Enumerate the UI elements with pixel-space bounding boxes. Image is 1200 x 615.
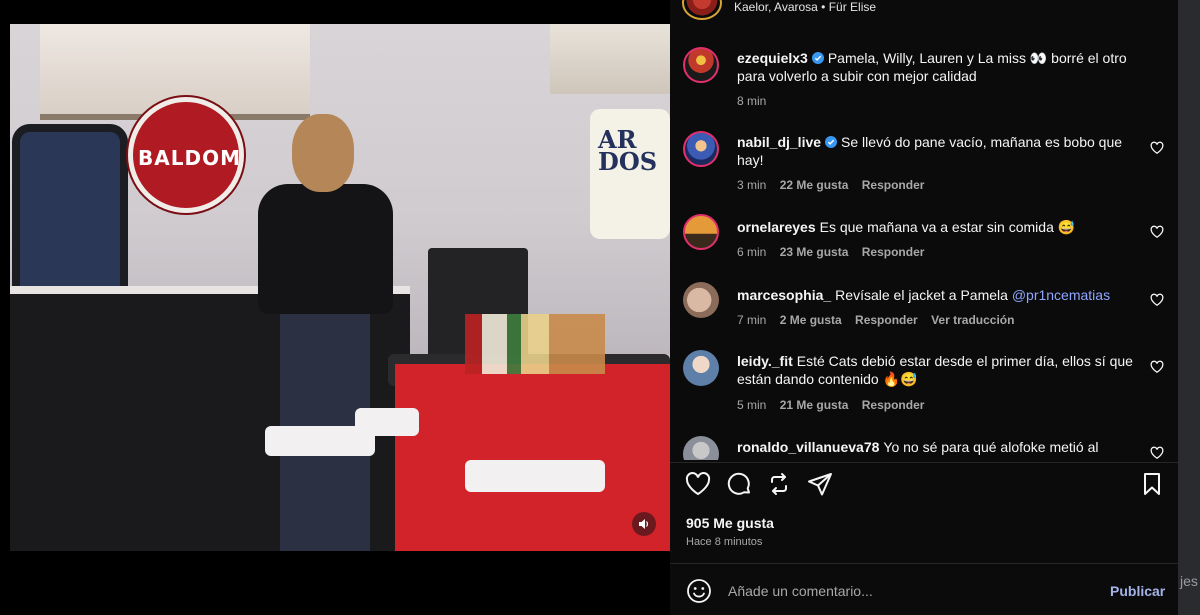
see-translation-button[interactable]: Ver traducción bbox=[931, 313, 1014, 327]
comments-list[interactable]: ezequielx3 Pamela, Willy, Lauren y La mis… bbox=[670, 30, 1178, 460]
divider bbox=[670, 563, 1178, 564]
comment-time[interactable]: 8 min bbox=[737, 94, 766, 108]
avatar[interactable] bbox=[683, 47, 719, 83]
like-comment-heart-icon[interactable] bbox=[1150, 225, 1164, 239]
comment-meta: 6 min 23 Me gusta Responder bbox=[737, 245, 934, 259]
like-comment-heart-icon[interactable] bbox=[1150, 141, 1164, 155]
like-heart-icon[interactable] bbox=[684, 470, 712, 498]
video-scene-person bbox=[250, 114, 400, 551]
comment-username[interactable]: nabil_dj_live bbox=[737, 134, 821, 150]
comment-text: Yo no sé para qué alofoke metió al bbox=[883, 439, 1099, 455]
comment-username[interactable]: ronaldo_villanueva78 bbox=[737, 439, 879, 455]
comment-meta: 7 min 2 Me gusta Responder Ver traducció… bbox=[737, 313, 1024, 327]
person-head bbox=[292, 114, 354, 192]
post-timestamp: Hace 8 minutos bbox=[686, 536, 763, 548]
comment-text: Revísale el jacket a Pamela bbox=[835, 287, 1008, 303]
emoji-picker-icon[interactable] bbox=[686, 578, 712, 604]
post-header: Kaelor, Avarosa • Für Elise bbox=[670, 0, 1178, 22]
comment-meta: 5 min 21 Me gusta Responder bbox=[737, 398, 934, 412]
video-scene-bottles bbox=[465, 314, 605, 374]
speaker-icon bbox=[639, 519, 648, 529]
video-scene-logo-text: BALDOM bbox=[138, 146, 241, 170]
avatar[interactable] bbox=[683, 282, 719, 318]
reply-button[interactable]: Responder bbox=[862, 398, 925, 412]
comment-likes[interactable]: 2 Me gusta bbox=[780, 313, 842, 327]
comment-body: nabil_dj_live Se llevó do pane vacío, mañ… bbox=[737, 133, 1137, 169]
avatar[interactable] bbox=[683, 131, 719, 167]
video-top-bar bbox=[0, 0, 670, 24]
comment-body: ornelareyes Es que mañana va a estar sin … bbox=[737, 218, 1137, 236]
comment-bubble-icon[interactable] bbox=[725, 470, 753, 498]
repost-icon[interactable] bbox=[765, 470, 793, 498]
comment-body: leidy._fit Esté Cats debió estar desde el… bbox=[737, 352, 1137, 388]
comment-likes[interactable]: 23 Me gusta bbox=[780, 245, 849, 259]
like-comment-heart-icon[interactable] bbox=[1150, 293, 1164, 307]
verified-badge-icon bbox=[811, 52, 824, 64]
video-scene-stool bbox=[265, 426, 375, 456]
video-scene-sign-text: AR DOS bbox=[598, 125, 658, 176]
comment-username[interactable]: ornelareyes bbox=[737, 219, 816, 235]
like-comment-heart-icon[interactable] bbox=[1150, 360, 1164, 374]
comment-username[interactable]: ezequielx3 bbox=[737, 50, 808, 66]
comment-body: ezequielx3 Pamela, Willy, Lauren y La mis… bbox=[737, 49, 1137, 85]
post-like-count[interactable]: 905 Me gusta bbox=[686, 515, 774, 531]
avatar[interactable] bbox=[683, 350, 719, 386]
comment-likes[interactable]: 22 Me gusta bbox=[780, 178, 849, 192]
comment-input[interactable] bbox=[726, 576, 1090, 606]
comment-likes[interactable]: 21 Me gusta bbox=[780, 398, 849, 412]
reply-button[interactable]: Responder bbox=[862, 245, 925, 259]
video-scene-shelf-right bbox=[550, 24, 670, 94]
comment-time[interactable]: 7 min bbox=[737, 313, 766, 327]
divider bbox=[670, 462, 1178, 463]
avatar[interactable] bbox=[683, 436, 719, 460]
video-scene-island bbox=[395, 364, 670, 551]
comment-body: marcesophia_ Revísale el jacket a Pamela … bbox=[737, 286, 1137, 304]
background-text: jes bbox=[1180, 573, 1198, 589]
share-send-icon[interactable] bbox=[806, 470, 834, 498]
save-bookmark-icon[interactable] bbox=[1138, 470, 1166, 498]
comment-username[interactable]: marcesophia_ bbox=[737, 287, 831, 303]
verified-badge-icon bbox=[825, 136, 838, 148]
comment-meta: 3 min 22 Me gusta Responder bbox=[737, 178, 934, 192]
post-actions-bar bbox=[670, 470, 1178, 502]
avatar[interactable] bbox=[683, 214, 719, 250]
comment-text: Esté Cats debió estar desde el primer dí… bbox=[737, 353, 1133, 387]
comment-time[interactable]: 6 min bbox=[737, 245, 766, 259]
post-side-panel: Kaelor, Avarosa • Für Elise ezequielx3 Pa… bbox=[670, 0, 1178, 615]
reply-button[interactable]: Responder bbox=[855, 313, 918, 327]
reply-button[interactable]: Responder bbox=[862, 178, 925, 192]
person-jacket bbox=[258, 184, 393, 314]
publish-button[interactable]: Publicar bbox=[1110, 583, 1165, 599]
comment-time[interactable]: 5 min bbox=[737, 398, 766, 412]
background-page-edge: jes bbox=[1178, 0, 1200, 615]
comment-time[interactable]: 3 min bbox=[737, 178, 766, 192]
comment-composer: Publicar bbox=[670, 566, 1178, 615]
comment-meta: 8 min bbox=[737, 94, 776, 108]
audio-track-label[interactable]: Kaelor, Avarosa • Für Elise bbox=[734, 0, 876, 14]
like-comment-heart-icon[interactable] bbox=[1150, 446, 1164, 460]
video-player[interactable]: BALDOM AR DOS bbox=[10, 24, 670, 551]
video-scene-stool bbox=[465, 460, 605, 492]
author-avatar[interactable] bbox=[682, 0, 722, 20]
comment-body: ronaldo_villanueva78 Yo no sé para qué al… bbox=[737, 438, 1137, 456]
audio-toggle-button[interactable] bbox=[632, 512, 656, 536]
video-bottom-bar bbox=[0, 551, 670, 615]
comment-mention[interactable]: @pr1ncematias bbox=[1012, 287, 1110, 303]
comment-username[interactable]: leidy._fit bbox=[737, 353, 793, 369]
video-left-strip bbox=[0, 24, 10, 551]
comment-text: Es que mañana va a estar sin comida 😅 bbox=[819, 219, 1076, 235]
